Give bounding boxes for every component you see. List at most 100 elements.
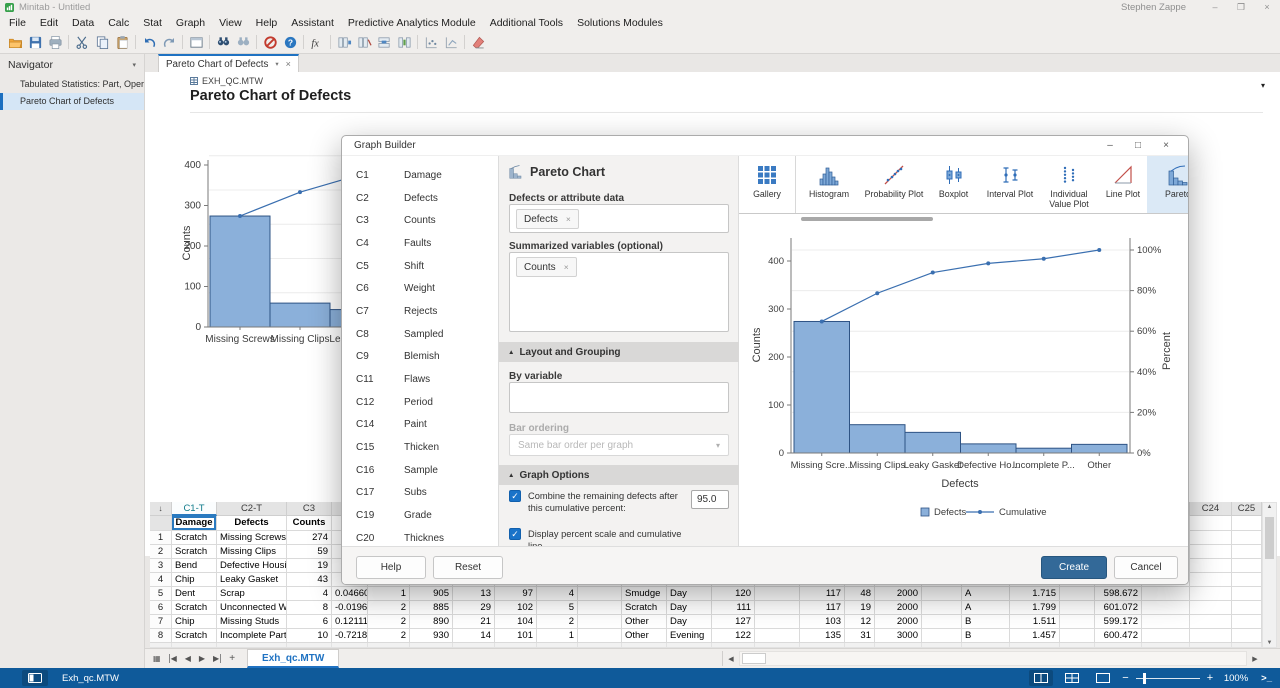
cell[interactable] (1142, 615, 1190, 629)
scroll-right-icon[interactable]: ▶ (1247, 655, 1263, 663)
cell[interactable]: 600.472 (1095, 629, 1142, 643)
zoom-in-button[interactable]: + (1207, 673, 1213, 684)
zoom-slider[interactable] (1136, 678, 1200, 679)
cell[interactable]: 0.04660 (332, 587, 368, 601)
cell[interactable] (1190, 615, 1232, 629)
cell[interactable] (1142, 629, 1190, 643)
cancel-button[interactable]: Cancel (1114, 556, 1178, 579)
cell[interactable]: 5 (537, 601, 578, 615)
dialog-title-bar[interactable]: Graph Builder – □ × (342, 136, 1188, 156)
gallery-item-gallery[interactable]: Gallery (739, 156, 796, 213)
cell[interactable]: 31 (845, 629, 875, 643)
gallery-item-probability-plot[interactable]: Probability Plot (862, 156, 926, 213)
cell[interactable]: 10 (287, 629, 332, 643)
eraser-icon[interactable] (468, 33, 488, 51)
scroll-down-icon[interactable]: ▼ (1263, 640, 1276, 646)
cell[interactable] (1060, 615, 1095, 629)
cell[interactable]: 1.715 (1010, 587, 1060, 601)
menu-data[interactable]: Data (65, 15, 101, 31)
cell[interactable] (1060, 601, 1095, 615)
column-item-c17[interactable]: C17Subs (342, 482, 498, 505)
cell[interactable]: 930 (410, 629, 453, 643)
crosshair-tool-icon[interactable] (441, 33, 461, 51)
row-number[interactable]: 7 (150, 615, 172, 629)
command-line-icon[interactable]: >_ (1261, 673, 1272, 684)
active-worksheet-icon[interactable] (22, 670, 48, 686)
column-header-c25[interactable]: C25 (1232, 502, 1262, 516)
worksheet-horizontal-scrollbar[interactable]: ◀ ▶ (722, 651, 1263, 666)
cell[interactable]: Missing Clips (217, 545, 287, 559)
row-number[interactable]: 1 (150, 531, 172, 545)
column-item-c14[interactable]: C14Paint (342, 414, 498, 437)
find-next-icon[interactable] (233, 33, 253, 51)
undo-icon[interactable] (139, 33, 159, 51)
menu-view[interactable]: View (212, 15, 249, 31)
cell[interactable]: 1.511 (1010, 615, 1060, 629)
cell[interactable]: Other (622, 615, 667, 629)
column-item-c16[interactable]: C16Sample (342, 459, 498, 482)
cell[interactable] (1190, 559, 1232, 573)
cell[interactable]: 14 (453, 629, 495, 643)
save-icon[interactable] (25, 33, 45, 51)
close-button[interactable]: × (1254, 0, 1280, 15)
create-button[interactable]: Create (1041, 556, 1107, 579)
paste-icon[interactable] (112, 33, 132, 51)
scrollbar-thumb[interactable] (742, 653, 766, 664)
cell[interactable]: 1 (537, 629, 578, 643)
cell[interactable]: 48 (845, 587, 875, 601)
bar-ordering-dropdown[interactable]: Same bar order per graph ▾ (509, 434, 729, 456)
defects-field[interactable]: Defects× (509, 204, 729, 233)
column-header-c24[interactable]: C24 (1190, 502, 1232, 516)
cell[interactable] (1060, 587, 1095, 601)
cell[interactable]: 1 (368, 587, 410, 601)
cell[interactable]: 905 (410, 587, 453, 601)
output-options-icon[interactable]: ▾ (1261, 81, 1265, 90)
column-header-c2-t[interactable]: C2-T (217, 502, 287, 516)
cumulative-percent-input[interactable] (691, 490, 729, 509)
cell[interactable]: Other (622, 629, 667, 643)
column-item-c8[interactable]: C8Sampled (342, 323, 498, 346)
menu-additional-tools[interactable]: Additional Tools (483, 15, 570, 31)
menu-stat[interactable]: Stat (136, 15, 169, 31)
cell[interactable] (1232, 559, 1262, 573)
tab-close-icon[interactable]: × (286, 59, 291, 69)
column-name-cell[interactable] (1232, 516, 1262, 531)
cell[interactable]: Scratch (622, 601, 667, 615)
single-view-button[interactable] (1091, 670, 1115, 686)
cell[interactable]: 2 (368, 601, 410, 615)
column-item-c9[interactable]: C9Blemish (342, 346, 498, 369)
cell[interactable]: 885 (410, 601, 453, 615)
cell[interactable]: 13 (453, 587, 495, 601)
column-item-c3[interactable]: C3Counts (342, 209, 498, 232)
gallery-item-interval-plot[interactable]: Interval Plot (981, 156, 1039, 213)
scroll-left-icon[interactable]: ◀ (723, 655, 739, 663)
document-tab[interactable]: Pareto Chart of Defects ▾ × (158, 54, 299, 72)
cell[interactable] (578, 615, 622, 629)
cell[interactable]: Defective Housi (217, 559, 287, 573)
redo-icon[interactable] (159, 33, 179, 51)
cell[interactable]: 1.457 (1010, 629, 1060, 643)
cell[interactable]: B (962, 615, 1010, 629)
cell[interactable] (1190, 587, 1232, 601)
find-icon[interactable] (213, 33, 233, 51)
remove-chip-icon[interactable]: × (566, 214, 571, 224)
cell[interactable]: 59 (287, 545, 332, 559)
navigator-collapse-icon[interactable]: ▾ (132, 61, 136, 69)
cell[interactable]: Missing Studs (217, 615, 287, 629)
zoom-level[interactable]: 100% (1220, 673, 1248, 684)
cell[interactable]: 102 (495, 601, 537, 615)
column-item-c15[interactable]: C15Thicken (342, 436, 498, 459)
layout-grouping-section[interactable]: ▲ Layout and Grouping (499, 342, 739, 362)
navigator-item-pareto-chart-of-defects[interactable]: Pareto Chart of Defects (0, 93, 144, 110)
combine-checkbox[interactable]: ✓ (509, 490, 521, 502)
cell[interactable]: 6 (287, 615, 332, 629)
cell[interactable]: Dent (172, 587, 217, 601)
cell[interactable]: 19 (287, 559, 332, 573)
cell[interactable]: 599.172 (1095, 615, 1142, 629)
cell[interactable] (1232, 531, 1262, 545)
cell[interactable]: 4 (287, 587, 332, 601)
cell[interactable]: 104 (495, 615, 537, 629)
column-item-c5[interactable]: C5Shift (342, 255, 498, 278)
help-icon[interactable]: ? (280, 33, 300, 51)
cell[interactable] (578, 587, 622, 601)
